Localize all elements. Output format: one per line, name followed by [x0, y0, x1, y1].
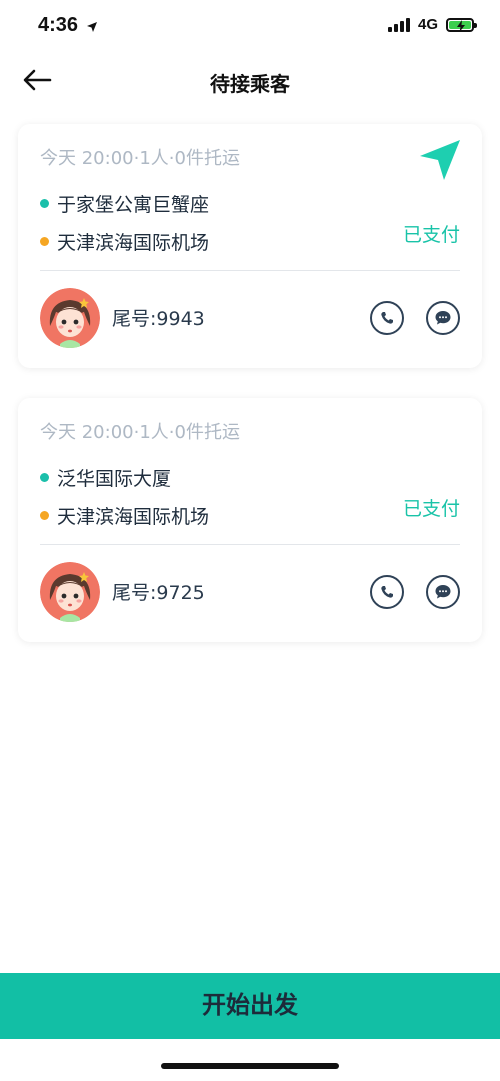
passenger-avatar: [40, 562, 100, 622]
call-button[interactable]: [370, 575, 404, 609]
pickup-address-text: 泛华国际大厦: [57, 468, 172, 490]
location-arrow-icon: [86, 18, 98, 37]
phone-icon: [381, 586, 393, 598]
phone-tail: 尾号:9943: [112, 308, 205, 330]
nav-bar: 待接乘客: [0, 54, 500, 106]
status-right: 4G: [387, 16, 477, 33]
chat-icon: [435, 585, 451, 599]
start-trip-button[interactable]: 开始出发: [0, 973, 500, 1039]
page-title: 待接乘客: [210, 72, 290, 96]
payment-status: 已支付: [402, 224, 460, 246]
payment-status: 已支付: [402, 498, 460, 520]
dropoff-address-text: 天津滨海国际机场: [57, 232, 210, 254]
message-button[interactable]: [426, 575, 460, 609]
chat-icon: [435, 311, 451, 325]
status-time: 4:36: [38, 14, 79, 36]
trip-meta: 今天 20:00·1人·0件托运: [40, 422, 240, 443]
pickup-dot: [40, 473, 49, 482]
divider: [40, 270, 460, 271]
status-bar: 4:36 4G: [0, 0, 500, 54]
dropoff-address: 天津滨海国际机场: [40, 502, 209, 529]
navigation-icon[interactable]: [418, 138, 462, 186]
dropoff-dot: [40, 237, 49, 246]
battery-charging-icon: [446, 17, 477, 32]
phone-icon: [381, 312, 393, 324]
pickup-address: 于家堡公寓巨蟹座: [40, 190, 209, 217]
passenger-avatar: [40, 288, 100, 348]
divider: [40, 544, 460, 545]
dropoff-address-text: 天津滨海国际机场: [57, 506, 210, 528]
pickup-address: 泛华国际大厦: [40, 464, 171, 491]
message-button[interactable]: [426, 301, 460, 335]
phone-tail: 尾号:9725: [112, 582, 205, 604]
trip-meta: 今天 20:00·1人·0件托运: [40, 148, 240, 169]
call-button[interactable]: [370, 301, 404, 335]
dropoff-address: 天津滨海国际机场: [40, 228, 209, 255]
home-indicator[interactable]: [161, 1063, 339, 1069]
passenger-card: 今天 20:00·1人·0件托运 于家堡公寓巨蟹座 天津滨海国际机场 已支付 尾…: [18, 124, 482, 368]
dropoff-dot: [40, 511, 49, 520]
network-label: 4G: [417, 16, 438, 33]
pickup-address-text: 于家堡公寓巨蟹座: [57, 194, 210, 216]
passenger-card: 今天 20:00·1人·0件托运 泛华国际大厦 天津滨海国际机场 已支付 尾号:…: [18, 398, 482, 642]
pickup-dot: [40, 199, 49, 208]
signal-icon: [387, 17, 410, 32]
